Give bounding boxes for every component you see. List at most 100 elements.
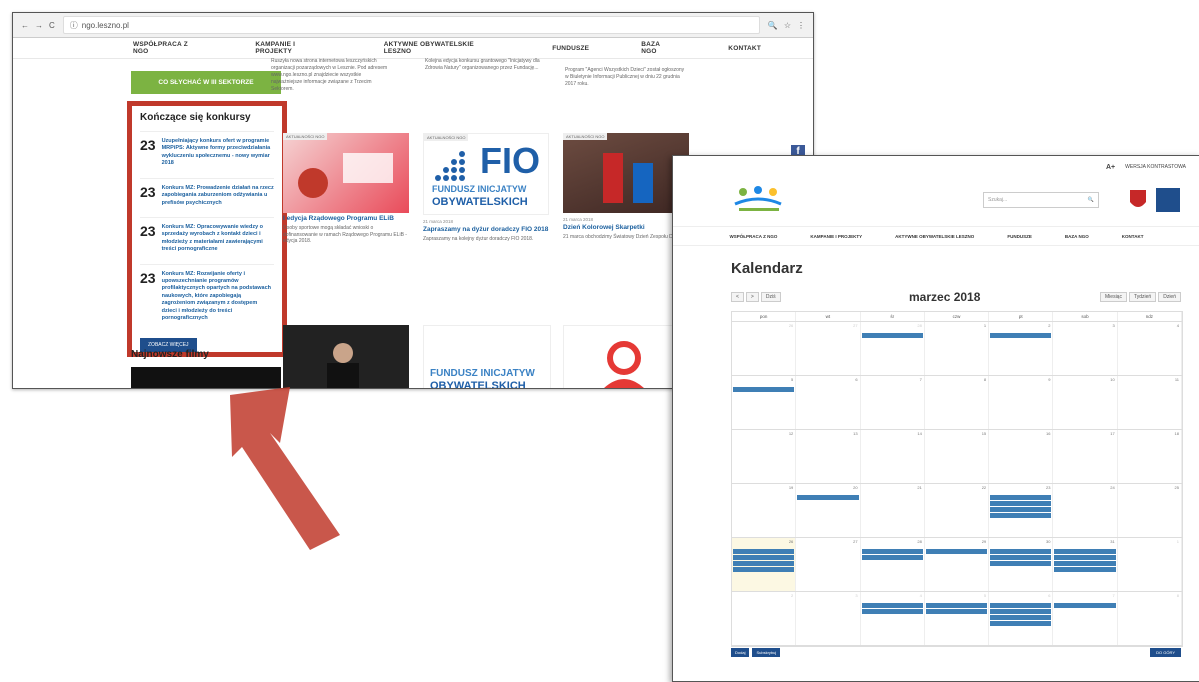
card-image[interactable]: AKTUALNOŚCI NGO <box>283 133 409 213</box>
star-icon[interactable]: ☆ <box>784 21 791 30</box>
day-cell[interactable]: 3 <box>1053 322 1118 375</box>
contest-item[interactable]: 23 Konkurs MZ: Prowadzenie działań na rz… <box>140 177 274 207</box>
menu-item[interactable]: KAMPANIE I PROJEKTY <box>255 41 331 55</box>
menu-item[interactable]: BAZA NGO <box>641 41 676 55</box>
day-cell[interactable]: 2 <box>989 322 1054 375</box>
day-cell[interactable]: 6 <box>989 592 1054 645</box>
day-cell[interactable]: 25 <box>1118 484 1182 537</box>
calendar-event[interactable] <box>733 387 795 392</box>
day-cell[interactable]: 1 <box>1118 538 1182 591</box>
day-cell[interactable]: 31 <box>1053 538 1118 591</box>
day-cell[interactable]: 13 <box>796 430 861 483</box>
menu-item[interactable]: KONTAKT <box>1122 234 1144 239</box>
news-card[interactable]: AKTUALNOŚCI NGO 21 marca 2018 Dzień Kolo… <box>563 133 689 241</box>
calendar-event[interactable] <box>990 549 1052 554</box>
add-event-button[interactable]: Dodaj <box>731 648 750 657</box>
calendar-event[interactable] <box>990 507 1052 512</box>
site-logo-icon[interactable] <box>731 182 786 220</box>
contest-text[interactable]: Uzupełniający konkurs ofert w programie … <box>162 138 274 168</box>
day-cell[interactable]: 9 <box>989 376 1054 429</box>
day-cell[interactable]: 4 <box>1118 322 1182 375</box>
calendar-event[interactable] <box>861 609 923 614</box>
day-cell[interactable]: 24 <box>1053 484 1118 537</box>
day-cell[interactable]: 12 <box>732 430 797 483</box>
day-cell[interactable]: 14 <box>861 430 925 483</box>
day-cell[interactable]: 5 <box>925 592 990 645</box>
contest-item[interactable]: 23 Konkurs MZ: Rozwijanie oferty i upows… <box>140 263 274 323</box>
card-title[interactable]: Zapraszamy na dyżur doradczy FIO 2018 <box>423 226 549 233</box>
contest-text[interactable]: Konkurs MZ: Prowadzenie działań na rzecz… <box>162 185 274 207</box>
menu-icon[interactable]: ⋮ <box>797 21 805 30</box>
day-cell[interactable]: 16 <box>989 430 1054 483</box>
day-cell[interactable]: 8 <box>1118 592 1182 645</box>
card-image[interactable]: AKTUALNOŚCI NGO FIO FUNDUSZ INICJATYW OB… <box>423 133 549 215</box>
day-cell[interactable]: 20 <box>796 484 861 537</box>
card-image-fio2[interactable]: FUNDUSZ INICJATYW OBYWATELSKICH <box>423 325 551 388</box>
calendar-event[interactable] <box>925 549 988 554</box>
address-bar[interactable]: ⓘ ngo.leszno.pl <box>62 16 760 34</box>
day-cell[interactable]: 18 <box>1118 430 1182 483</box>
day-cell[interactable]: 4 <box>861 592 925 645</box>
day-cell[interactable]: 17 <box>1053 430 1118 483</box>
calendar-event[interactable] <box>733 567 795 572</box>
next-button[interactable]: > <box>745 292 759 302</box>
today-button[interactable]: Dziś <box>760 292 781 302</box>
contest-text[interactable]: Konkurs MZ: Rozwijanie oferty i upowszec… <box>162 271 274 323</box>
calendar-event[interactable] <box>990 615 1052 620</box>
day-cell[interactable]: 8 <box>925 376 990 429</box>
search-input[interactable]: Szukaj... 🔍 <box>983 192 1099 208</box>
calendar-event[interactable] <box>990 609 1052 614</box>
calendar-event[interactable] <box>861 333 923 338</box>
calendar-event[interactable] <box>861 549 923 554</box>
menu-item[interactable]: WSPÓŁPRACA Z NGO <box>730 234 778 239</box>
contest-text[interactable]: Konkurs MZ: Opracowywanie wiedzy o sprze… <box>162 224 274 254</box>
calendar-event[interactable] <box>990 495 1052 500</box>
menu-item[interactable]: KAMPANIE I PROJEKTY <box>810 234 862 239</box>
menu-item[interactable]: KONTAKT <box>728 45 761 52</box>
calendar-event[interactable] <box>733 549 795 554</box>
calendar-event[interactable] <box>990 333 1052 338</box>
calendar-event[interactable] <box>990 501 1052 506</box>
calendar-event[interactable] <box>861 603 923 608</box>
day-cell[interactable]: 6 <box>796 376 861 429</box>
calendar-event[interactable] <box>925 609 988 614</box>
calendar-event[interactable] <box>990 603 1052 608</box>
calendar-event[interactable] <box>990 555 1052 560</box>
day-cell[interactable]: 11 <box>1118 376 1182 429</box>
news-button[interactable]: CO SŁYCHAĆ W III SEKTORZE <box>131 71 281 94</box>
menu-item[interactable]: BAZA NGO <box>1065 234 1089 239</box>
card-title[interactable]: Dzień Kolorowej Skarpetki <box>563 224 689 231</box>
day-cell[interactable]: 27 <box>796 322 861 375</box>
day-cell[interactable]: 30 <box>989 538 1054 591</box>
day-cell[interactable]: 7 <box>1053 592 1118 645</box>
day-cell[interactable]: 21 <box>861 484 925 537</box>
day-cell[interactable]: 29 <box>925 538 990 591</box>
search-icon[interactable]: 🔍 <box>1088 193 1094 207</box>
view-week-button[interactable]: Tydzień <box>1128 292 1157 302</box>
calendar-event[interactable] <box>990 561 1052 566</box>
news-card[interactable]: AKTUALNOŚCI NGO FIO FUNDUSZ INICJATYW OB… <box>423 133 549 243</box>
zoom-icon[interactable]: 🔍 <box>768 21 778 30</box>
calendar-event[interactable] <box>925 603 988 608</box>
back-to-top-button[interactable]: DO GÓRY <box>1150 648 1181 657</box>
card-title[interactable]: I edycja Rządowego Programu ELiB <box>283 215 409 222</box>
card-image[interactable]: AKTUALNOŚCI NGO <box>563 133 689 213</box>
contrast-link[interactable]: WERSJA KONTRASTOWA <box>1125 164 1186 170</box>
day-cell[interactable]: 10 <box>1053 376 1118 429</box>
day-cell[interactable]: 28 <box>861 322 925 375</box>
calendar-event[interactable] <box>1054 567 1116 572</box>
calendar-event[interactable] <box>990 513 1052 518</box>
menu-item[interactable]: FUNDUSZE <box>1007 234 1032 239</box>
back-icon[interactable]: ← <box>21 21 29 30</box>
calendar-event[interactable] <box>733 555 795 560</box>
day-cell[interactable]: 7 <box>861 376 925 429</box>
day-cell[interactable]: 5 <box>732 376 797 429</box>
contest-item[interactable]: 23 Konkurs MZ: Opracowywanie wiedzy o sp… <box>140 216 274 254</box>
day-cell[interactable]: 3 <box>796 592 861 645</box>
calendar-event[interactable] <box>1054 555 1116 560</box>
menu-item[interactable]: FUNDUSZE <box>552 45 589 52</box>
menu-item[interactable]: AKTYWNE OBYWATELSKIE LESZNO <box>384 41 501 55</box>
day-cell[interactable]: 23 <box>989 484 1054 537</box>
calendar-event[interactable] <box>861 555 923 560</box>
contest-item[interactable]: 23 Uzupełniający konkurs ofert w program… <box>140 131 274 168</box>
